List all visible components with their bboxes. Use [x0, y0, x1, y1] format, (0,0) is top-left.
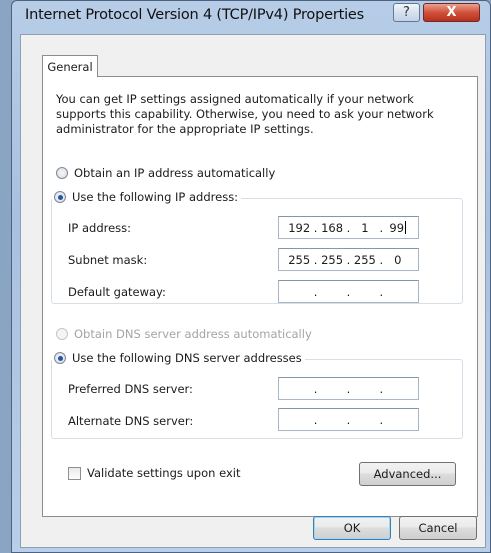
preferred-dns-input[interactable]: . . . — [278, 377, 419, 400]
validate-settings-checkbox[interactable]: Validate settings upon exit — [68, 466, 240, 480]
radio-selected-icon — [54, 352, 66, 364]
octet: 0 — [394, 252, 402, 267]
octet-separator: . — [379, 252, 384, 267]
octet-separator: . — [346, 412, 351, 427]
ip-address-label: IP address: — [68, 221, 132, 235]
octet-separator: . — [313, 220, 318, 235]
octet-separator: . — [313, 252, 318, 267]
advanced-button[interactable]: Advanced... — [359, 462, 456, 486]
close-button[interactable]: X — [423, 3, 480, 22]
octet: 255 — [288, 252, 311, 267]
preferred-dns-label: Preferred DNS server: — [68, 382, 193, 396]
ok-button[interactable]: OK — [313, 516, 391, 540]
window-title: Internet Protocol Version 4 (TCP/IPv4) P… — [25, 7, 364, 23]
radio-label: Obtain an IP address automatically — [74, 166, 276, 180]
octet: 192 — [288, 220, 311, 235]
radio-obtain-ip-auto[interactable]: Obtain an IP address automatically — [56, 166, 275, 180]
tab-general[interactable]: General — [42, 55, 98, 77]
octet-separator: . — [313, 412, 318, 427]
radio-icon — [56, 167, 68, 179]
title-bar[interactable]: Internet Protocol Version 4 (TCP/IPv4) P… — [12, 1, 490, 34]
dialog-window: Internet Protocol Version 4 (TCP/IPv4) P… — [11, 0, 491, 553]
default-gateway-input[interactable]: . . . — [278, 280, 419, 303]
help-icon: ? — [403, 5, 410, 20]
description-text: You can get IP settings assigned automat… — [56, 92, 434, 136]
octet-separator: . — [313, 284, 318, 299]
ip-address-input[interactable]: 192. 168. 1. 99 — [278, 216, 419, 239]
radio-label: Use the following DNS server addresses — [72, 351, 302, 365]
checkbox-icon — [68, 466, 81, 480]
octet: 168 — [321, 220, 344, 235]
radio-use-following-ip[interactable]: Use the following IP address: — [52, 190, 242, 204]
octet-separator: . — [379, 284, 384, 299]
octet-separator: . — [313, 381, 318, 396]
button-label: Advanced... — [373, 467, 442, 481]
octet-separator: . — [346, 252, 351, 267]
subnet-mask-label: Subnet mask: — [68, 253, 148, 267]
octet: 1 — [361, 220, 369, 235]
alternate-dns-input[interactable]: . . . — [278, 408, 419, 431]
default-gateway-label: Default gateway: — [68, 285, 166, 299]
alternate-dns-label: Alternate DNS server: — [68, 414, 194, 428]
radio-selected-icon — [54, 191, 66, 203]
subnet-mask-input[interactable]: 255. 255. 255. 0 — [278, 248, 419, 271]
radio-obtain-dns-auto[interactable]: Obtain DNS server address automatically — [56, 327, 312, 341]
octet-separator: . — [346, 220, 351, 235]
octet: 255 — [353, 252, 376, 267]
octet: 255 — [321, 252, 344, 267]
close-icon: X — [446, 5, 457, 20]
radio-label: Obtain DNS server address automatically — [74, 327, 312, 341]
octet-separator: . — [379, 220, 384, 235]
button-label: OK — [343, 521, 361, 535]
dialog-client: General You can get IP settings assigned… — [20, 34, 486, 548]
checkbox-label: Validate settings upon exit — [87, 466, 241, 480]
octet-separator: . — [346, 381, 351, 396]
radio-label: Use the following IP address: — [72, 190, 239, 204]
octet-separator: . — [346, 284, 351, 299]
radio-use-following-dns[interactable]: Use the following DNS server addresses — [52, 351, 305, 365]
octet: 99 — [384, 221, 412, 235]
cancel-button[interactable]: Cancel — [399, 516, 477, 540]
tab-label: General — [47, 59, 93, 74]
octet-separator: . — [379, 381, 384, 396]
button-label: Cancel — [418, 521, 458, 535]
help-button[interactable]: ? — [393, 3, 420, 22]
octet-separator: . — [379, 412, 384, 427]
radio-icon — [56, 328, 68, 340]
